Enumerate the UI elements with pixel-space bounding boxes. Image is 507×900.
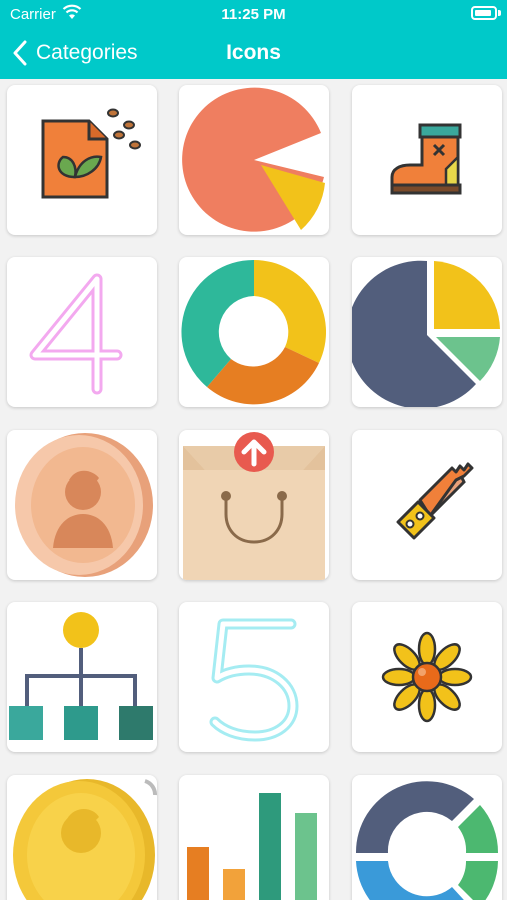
icon-card-pie-chart-segments[interactable] xyxy=(352,257,502,407)
saw-icon xyxy=(396,462,474,540)
hierarchy-icon xyxy=(9,612,153,740)
icon-card-shopping-bag-upload[interactable] xyxy=(179,430,329,580)
pie-chart-icon xyxy=(182,87,325,232)
ring-chart-icon xyxy=(355,781,499,900)
icon-card-ring-chart[interactable] xyxy=(352,775,502,900)
bar-chart-icon xyxy=(187,793,317,900)
page-title: Icons xyxy=(226,41,281,64)
icon-card-bronze-coin[interactable] xyxy=(7,430,157,580)
battery-icon xyxy=(471,6,497,20)
icon-card-saw[interactable] xyxy=(352,430,502,580)
neon-four-icon xyxy=(29,273,123,395)
icon-card-pie-chart[interactable] xyxy=(179,85,329,235)
boot-icon xyxy=(390,123,462,195)
status-time: 11:25 PM xyxy=(221,6,286,23)
neon-five-icon xyxy=(209,618,299,742)
icon-card-hierarchy[interactable] xyxy=(7,602,157,752)
status-bar: Carrier 11:25 PM xyxy=(0,0,507,28)
battery-tip xyxy=(498,10,501,16)
donut-chart-icon xyxy=(181,259,327,405)
navigation-bar: Categories Icons xyxy=(0,28,507,79)
icon-card-sunflower[interactable] xyxy=(352,602,502,752)
icon-card-donut-chart[interactable] xyxy=(179,257,329,407)
pie-chart-segments-icon xyxy=(352,260,500,407)
icon-card-neon-four[interactable] xyxy=(7,257,157,407)
shopping-bag-upload-icon xyxy=(183,432,325,580)
icon-card-boot[interactable] xyxy=(352,85,502,235)
icon-card-neon-five[interactable] xyxy=(179,602,329,752)
seed-file-icon xyxy=(41,108,141,199)
icon-card-bar-chart[interactable] xyxy=(179,775,329,900)
icon-card-seed-file[interactable] xyxy=(7,85,157,235)
gold-coin-icon xyxy=(13,779,157,900)
bronze-coin-icon xyxy=(15,433,153,577)
icon-card-gold-coin[interactable] xyxy=(7,775,157,900)
top-bar: Carrier 11:25 PM Categories Icons xyxy=(0,0,507,79)
sunflower-icon xyxy=(381,631,473,723)
icon-grid xyxy=(0,79,507,900)
